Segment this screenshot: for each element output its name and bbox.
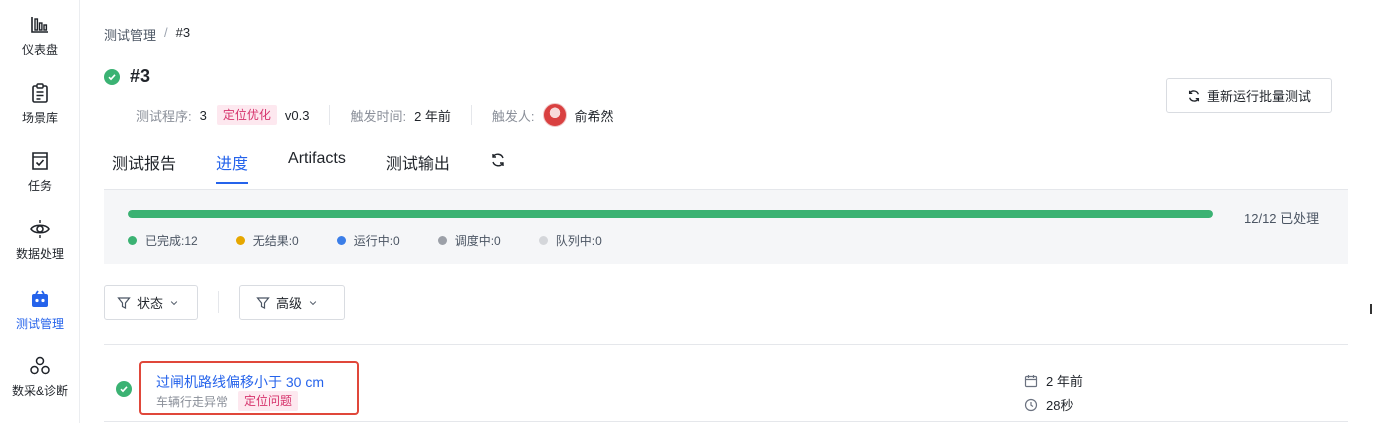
sidebar: 仪表盘 场景库 任务 数据处理 测试管理 数采&诊断 — [0, 0, 80, 423]
chevron-down-icon — [170, 300, 178, 305]
case-time-value: 2 年前 — [1046, 374, 1083, 389]
tab-artifacts[interactable]: Artifacts — [288, 150, 346, 178]
divider — [218, 291, 219, 313]
filter-icon — [117, 296, 131, 309]
bar-chart-icon — [31, 17, 48, 33]
legend-dot — [336, 236, 346, 245]
breadcrumb-current: #3 — [175, 25, 191, 40]
sidebar-item-test-management[interactable]: 测试管理 — [0, 288, 80, 348]
status-filter-label: 状态 — [137, 296, 164, 311]
legend-completed: 已完成:12 — [128, 232, 198, 249]
legend-label: 已完成:12 — [145, 234, 198, 248]
tab-report[interactable]: 测试报告 — [112, 150, 176, 184]
progress-panel: 12/12 已处理 已完成:12 无结果:0 运行中:0 调度中:0 队列中:0 — [104, 190, 1348, 264]
tab-progress[interactable]: 进度 — [216, 150, 249, 184]
program-tag: 定位优化 — [216, 105, 277, 125]
case-duration-value: 28秒 — [1046, 398, 1074, 413]
data-eye-icon — [30, 220, 50, 238]
legend-dot — [128, 236, 137, 245]
legend-label: 队列中:0 — [555, 234, 602, 248]
run-meta: 测试程序: 3 定位优化 v0.3 触发时间: 2 年前 触发人: 俞希然 — [136, 102, 614, 128]
legend-dot — [235, 236, 245, 245]
clock-icon — [1024, 398, 1038, 411]
sidebar-item-label: 场景库 — [21, 111, 58, 125]
rerun-batch-label: 重新运行批量测试 — [1206, 89, 1311, 104]
divider — [470, 105, 472, 125]
sidebar-item-collect-diagnose[interactable]: 数采&诊断 — [0, 355, 80, 415]
program-value: 3 — [199, 107, 207, 123]
program-label: 测试程序: — [136, 108, 192, 124]
advanced-filter-label: 高级 — [276, 296, 303, 311]
success-check-icon — [116, 381, 132, 397]
legend-running: 运行中:0 — [336, 232, 400, 249]
case-title-link[interactable]: 过闸机路线偏移小于 30 cm — [156, 372, 324, 392]
progress-bar-fill — [128, 210, 1213, 218]
legend-dot — [437, 236, 447, 245]
sidebar-item-data-processing[interactable]: 数据处理 — [0, 218, 80, 278]
chevron-down-icon — [309, 300, 317, 305]
trigger-time-value: 2 年前 — [414, 108, 451, 124]
progress-text: 12/12 已处理 — [1244, 211, 1320, 226]
legend-no-result: 无结果:0 — [235, 232, 299, 249]
tab-bar: 测试报告 进度 Artifacts 测试输出 — [112, 150, 506, 188]
window-edge-mark — [1370, 304, 1372, 314]
test-case-icon — [32, 290, 48, 307]
success-check-icon — [104, 68, 120, 85]
calendar-icon — [1024, 374, 1038, 387]
refresh-icon[interactable] — [490, 152, 506, 173]
sidebar-item-label: 测试管理 — [15, 317, 64, 331]
task-check-icon — [32, 152, 48, 170]
sidebar-item-label: 仪表盘 — [21, 43, 58, 57]
status-filter-button[interactable]: 状态 — [104, 285, 198, 320]
legend-label: 无结果:0 — [252, 234, 299, 248]
advanced-filter-button[interactable]: 高级 — [239, 285, 345, 320]
sidebar-item-label: 任务 — [27, 179, 52, 193]
breadcrumb-separator: / — [164, 25, 168, 40]
avatar — [542, 103, 567, 127]
sidebar-item-tasks[interactable]: 任务 — [0, 150, 80, 210]
legend-scheduling: 调度中:0 — [437, 232, 501, 249]
legend-label: 调度中:0 — [454, 234, 501, 248]
divider — [329, 105, 331, 125]
rerun-batch-button[interactable]: 重新运行批量测试 — [1166, 78, 1332, 113]
case-time: 2 年前 — [1024, 371, 1083, 390]
sidebar-item-scenarios[interactable]: 场景库 — [0, 82, 80, 142]
sidebar-item-dashboard[interactable]: 仪表盘 — [0, 14, 80, 74]
refresh-icon — [1188, 89, 1200, 102]
page-header: #3 — [104, 66, 150, 87]
breadcrumb-parent[interactable]: 测试管理 — [104, 25, 156, 44]
trigger-time-label: 触发时间: — [350, 108, 407, 124]
breadcrumb: 测试管理 / #3 — [104, 25, 190, 44]
sidebar-item-label: 数据处理 — [15, 247, 64, 261]
page-title: #3 — [130, 66, 151, 86]
case-duration: 28秒 — [1024, 395, 1073, 414]
collect-diagnose-icon — [30, 356, 50, 375]
case-category: 车辆行走异常 — [156, 394, 229, 409]
filter-icon — [256, 296, 270, 309]
sidebar-item-label: 数采&诊断 — [11, 384, 68, 398]
case-subtitle: 车辆行走异常 定位问题 — [156, 391, 299, 411]
case-tag: 定位问题 — [238, 391, 299, 411]
clipboard-icon — [32, 83, 48, 103]
trigger-user-label: 触发人: — [491, 108, 535, 124]
legend-label: 运行中:0 — [353, 234, 400, 248]
progress-legend: 已完成:12 无结果:0 运行中:0 调度中:0 队列中:0 — [128, 232, 640, 249]
program-version: v0.3 — [284, 107, 310, 123]
legend-queued: 队列中:0 — [538, 232, 602, 249]
trigger-user-value: 俞希然 — [574, 108, 614, 124]
divider — [104, 421, 1348, 422]
legend-dot — [538, 236, 548, 245]
divider — [104, 344, 1348, 345]
progress-bar — [128, 210, 1213, 218]
tab-output[interactable]: 测试输出 — [386, 150, 450, 184]
